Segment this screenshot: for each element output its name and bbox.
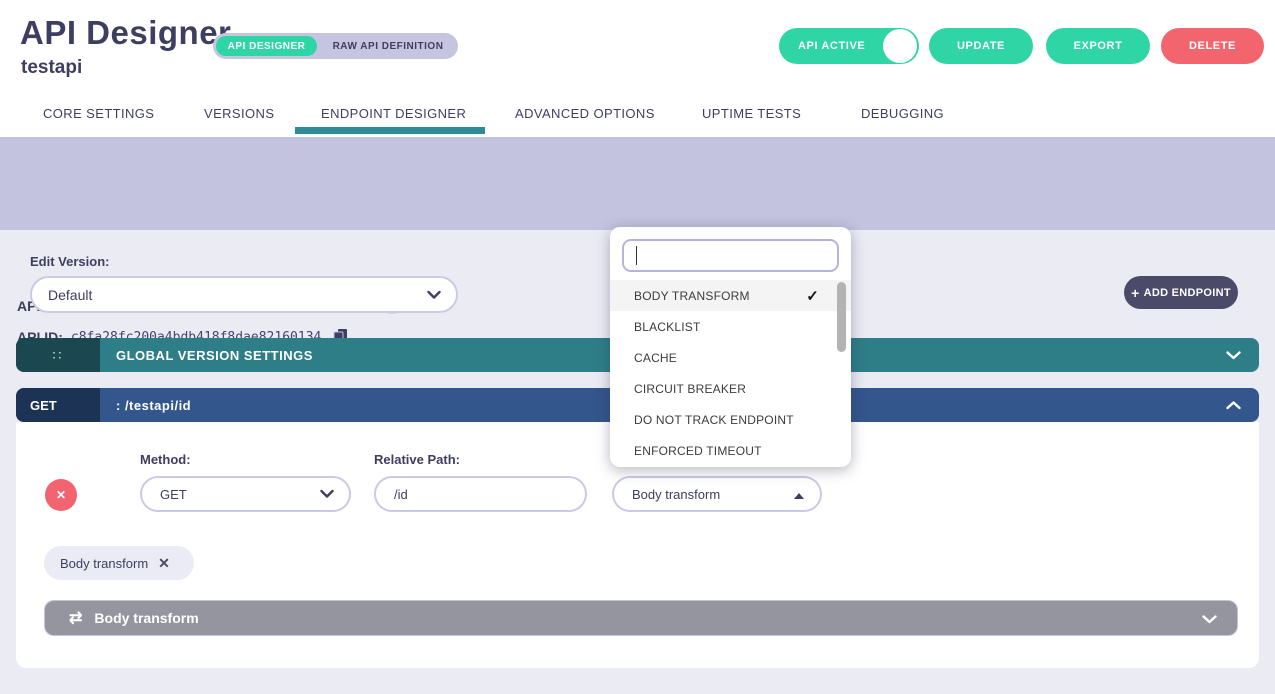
api-info-band: API URL: https://tyk123.cloudv2.tyk.io/t… — [0, 137, 1275, 230]
check-icon: ✓ — [806, 287, 819, 305]
endpoint-method-badge: GET — [16, 388, 100, 422]
tab-endpoint-designer[interactable]: ENDPOINT DESIGNER — [321, 106, 466, 121]
relative-path-input[interactable] — [374, 476, 587, 512]
active-tab-underline — [295, 127, 485, 134]
close-icon: ✕ — [56, 488, 66, 502]
remove-endpoint-button[interactable]: ✕ — [45, 479, 77, 511]
plugin-option-label: BODY TRANSFORM — [634, 289, 750, 303]
plugin-option-list: BODY TRANSFORM ✓ BLACKLIST CACHE CIRCUIT… — [610, 280, 851, 467]
relative-path-label: Relative Path: — [374, 452, 460, 467]
endpoint-path: : /testapi/id — [116, 388, 191, 422]
update-button[interactable]: UPDATE — [929, 28, 1033, 64]
export-button[interactable]: EXPORT — [1046, 28, 1150, 64]
selected-plugin-tag: Body transform ✕ — [44, 546, 194, 580]
main-nav: CORE SETTINGS VERSIONS ENDPOINT DESIGNER… — [0, 96, 1275, 137]
tab-core-settings[interactable]: CORE SETTINGS — [43, 106, 154, 121]
transform-arrows-icon: ⇄ — [69, 608, 82, 628]
tab-advanced-options[interactable]: ADVANCED OPTIONS — [515, 106, 655, 121]
plugin-option-label: CACHE — [634, 351, 677, 365]
plugin-option-enforced-timeout[interactable]: ENFORCED TIMEOUT — [610, 435, 851, 466]
method-label: Method: — [140, 452, 191, 467]
chevron-up-icon[interactable] — [1226, 401, 1241, 410]
dropdown-scrollbar-thumb[interactable] — [837, 282, 846, 352]
chevron-down-icon — [320, 490, 334, 499]
drag-handle-icon[interactable]: ∷ — [16, 338, 100, 372]
body-transform-panel-bar[interactable]: ⇄ Body transform — [44, 600, 1238, 636]
add-endpoint-button[interactable]: + ADD ENDPOINT — [1124, 276, 1238, 309]
method-select[interactable]: GET — [140, 476, 351, 512]
plugins-select-value: Body transform — [632, 487, 720, 502]
plugin-option-circuit-breaker[interactable]: CIRCUIT BREAKER — [610, 373, 851, 404]
plugin-search-input[interactable] — [622, 239, 839, 272]
method-select-value: GET — [160, 487, 187, 502]
plus-icon: + — [1131, 285, 1139, 301]
tab-versions[interactable]: VERSIONS — [204, 106, 274, 121]
chevron-down-icon — [427, 290, 441, 299]
remove-plugin-icon[interactable]: ✕ — [158, 555, 170, 572]
global-version-settings-title: GLOBAL VERSION SETTINGS — [116, 338, 313, 372]
triangle-up-icon — [794, 493, 804, 499]
plugin-option-label: ENFORCED TIMEOUT — [634, 444, 762, 458]
delete-button[interactable]: DELETE — [1161, 28, 1264, 64]
plugin-option-blacklist[interactable]: BLACKLIST — [610, 311, 851, 342]
plugin-option-do-not-track-endpoint[interactable]: DO NOT TRACK ENDPOINT — [610, 404, 851, 435]
version-select-value: Default — [48, 287, 92, 303]
plugin-option-cache[interactable]: CACHE — [610, 342, 851, 373]
chevron-down-icon[interactable] — [1226, 351, 1241, 360]
api-active-toggle[interactable]: API ACTIVE — [779, 28, 919, 64]
plugin-option-body-transform[interactable]: BODY TRANSFORM ✓ — [610, 280, 851, 311]
api-name: testapi — [21, 57, 82, 79]
plugin-dropdown-panel: BODY TRANSFORM ✓ BLACKLIST CACHE CIRCUIT… — [610, 227, 851, 467]
api-active-label: API ACTIVE — [798, 40, 865, 52]
plugins-select[interactable]: Body transform — [612, 476, 822, 512]
version-select[interactable]: Default — [30, 276, 458, 313]
chevron-down-icon[interactable] — [1202, 615, 1217, 624]
view-mode-toggle: API DESIGNER RAW API DEFINITION — [213, 33, 458, 59]
tab-uptime-tests[interactable]: UPTIME TESTS — [702, 106, 801, 121]
plugin-option-label: CIRCUIT BREAKER — [634, 382, 746, 396]
plugin-tag-label: Body transform — [60, 556, 148, 571]
text-cursor — [636, 246, 637, 265]
add-endpoint-label: ADD ENDPOINT — [1144, 287, 1231, 299]
toggle-api-designer[interactable]: API DESIGNER — [216, 36, 317, 56]
app-title: API Designer — [20, 14, 231, 52]
body-transform-panel-title: Body transform — [94, 610, 198, 626]
edit-version-label: Edit Version: — [30, 254, 109, 269]
toggle-knob-icon — [883, 29, 917, 63]
plugin-option-label: DO NOT TRACK ENDPOINT — [634, 413, 794, 427]
plugin-option-label: BLACKLIST — [634, 320, 701, 334]
toggle-raw-api-definition[interactable]: RAW API DEFINITION — [323, 33, 453, 59]
tab-debugging[interactable]: DEBUGGING — [861, 106, 944, 121]
